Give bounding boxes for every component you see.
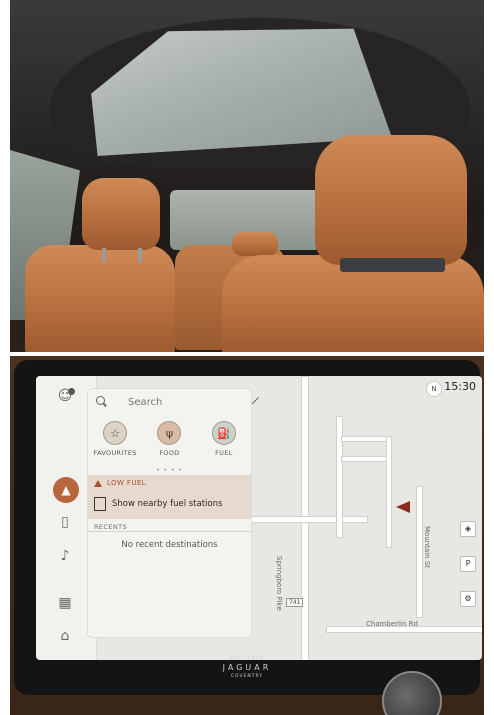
- headrest-post: [102, 248, 106, 262]
- current-location-arrow: [396, 501, 410, 513]
- search-panel: ☆ FAVOURITES ψ FOOD ⛽ FUEL • • • • LOW F…: [88, 389, 260, 637]
- alert-header: LOW FUEL: [94, 479, 146, 487]
- map-layers-icon[interactable]: ◈: [460, 521, 476, 537]
- navigation-app-icon[interactable]: ▲: [53, 477, 79, 503]
- headrest-screen-mount: [340, 258, 445, 272]
- warning-icon: [94, 479, 102, 487]
- music-note-icon[interactable]: ♪: [53, 544, 77, 568]
- empty-recents-message: No recent destinations: [121, 540, 218, 550]
- recents-header: RECENTS: [94, 523, 128, 531]
- rear-headrest: [232, 232, 278, 256]
- category-label: FOOD: [159, 449, 180, 457]
- category-fuel[interactable]: ⛽ FUEL: [200, 421, 248, 465]
- map-road: [416, 486, 423, 618]
- apps-grid-icon[interactable]: ▦: [53, 591, 77, 615]
- map-road: [246, 516, 368, 523]
- alert-action-label: Show nearby fuel stations: [112, 499, 223, 509]
- search-input[interactable]: [126, 395, 255, 409]
- category-shortcuts: ☆ FAVOURITES ψ FOOD ⛽ FUEL: [88, 421, 251, 465]
- route-shield: 741: [286, 598, 304, 607]
- compass-button[interactable]: N: [426, 381, 442, 397]
- divider: [88, 531, 251, 532]
- category-label: FAVOURITES: [93, 449, 137, 457]
- touchscreen: Springboro Pike Mountain St 741 Chamberl…: [36, 376, 482, 660]
- fuel-pump-icon: [94, 497, 106, 511]
- fuel-pump-icon: ⛽: [211, 421, 236, 445]
- alert-title: LOW FUEL: [107, 479, 146, 487]
- map-road: [336, 416, 343, 538]
- page-indicator: • • • •: [156, 467, 183, 474]
- parking-icon[interactable]: P: [460, 556, 476, 572]
- map-road: [341, 436, 388, 442]
- star-icon: ☆: [103, 421, 128, 445]
- infotainment-photo: Springboro Pike Mountain St 741 Chamberl…: [10, 356, 484, 715]
- clock: 15:30: [444, 380, 476, 393]
- show-fuel-stations-button[interactable]: Show nearby fuel stations: [94, 495, 245, 513]
- headrest-post: [138, 248, 142, 262]
- passenger-headrest: [315, 135, 467, 265]
- home-icon[interactable]: ⌂: [53, 624, 77, 648]
- notification-badge: [68, 388, 75, 395]
- settings-gear-icon[interactable]: ⚙: [460, 591, 476, 607]
- driver-headrest: [82, 178, 160, 250]
- map-road: [341, 456, 388, 462]
- map-road: [386, 436, 392, 548]
- brand-est: EST. 1935: [230, 656, 264, 662]
- search-bar[interactable]: [88, 389, 260, 415]
- category-label: FUEL: [215, 449, 233, 457]
- phone-icon[interactable]: ▯: [53, 510, 77, 534]
- category-favourites[interactable]: ☆ FAVOURITES: [91, 421, 139, 465]
- driver-seat-back: [25, 245, 175, 352]
- road-label-mountain: Mountain St: [423, 526, 431, 569]
- road-label-springboro: Springboro Pike: [275, 556, 283, 611]
- car-interior-photo: [10, 0, 484, 352]
- road-label-chamberlin: Chamberlin Rd: [366, 620, 418, 628]
- fork-knife-icon: ψ: [157, 421, 182, 445]
- category-food[interactable]: ψ FOOD: [145, 421, 193, 465]
- low-fuel-alert: LOW FUEL Show nearby fuel stations: [88, 475, 251, 519]
